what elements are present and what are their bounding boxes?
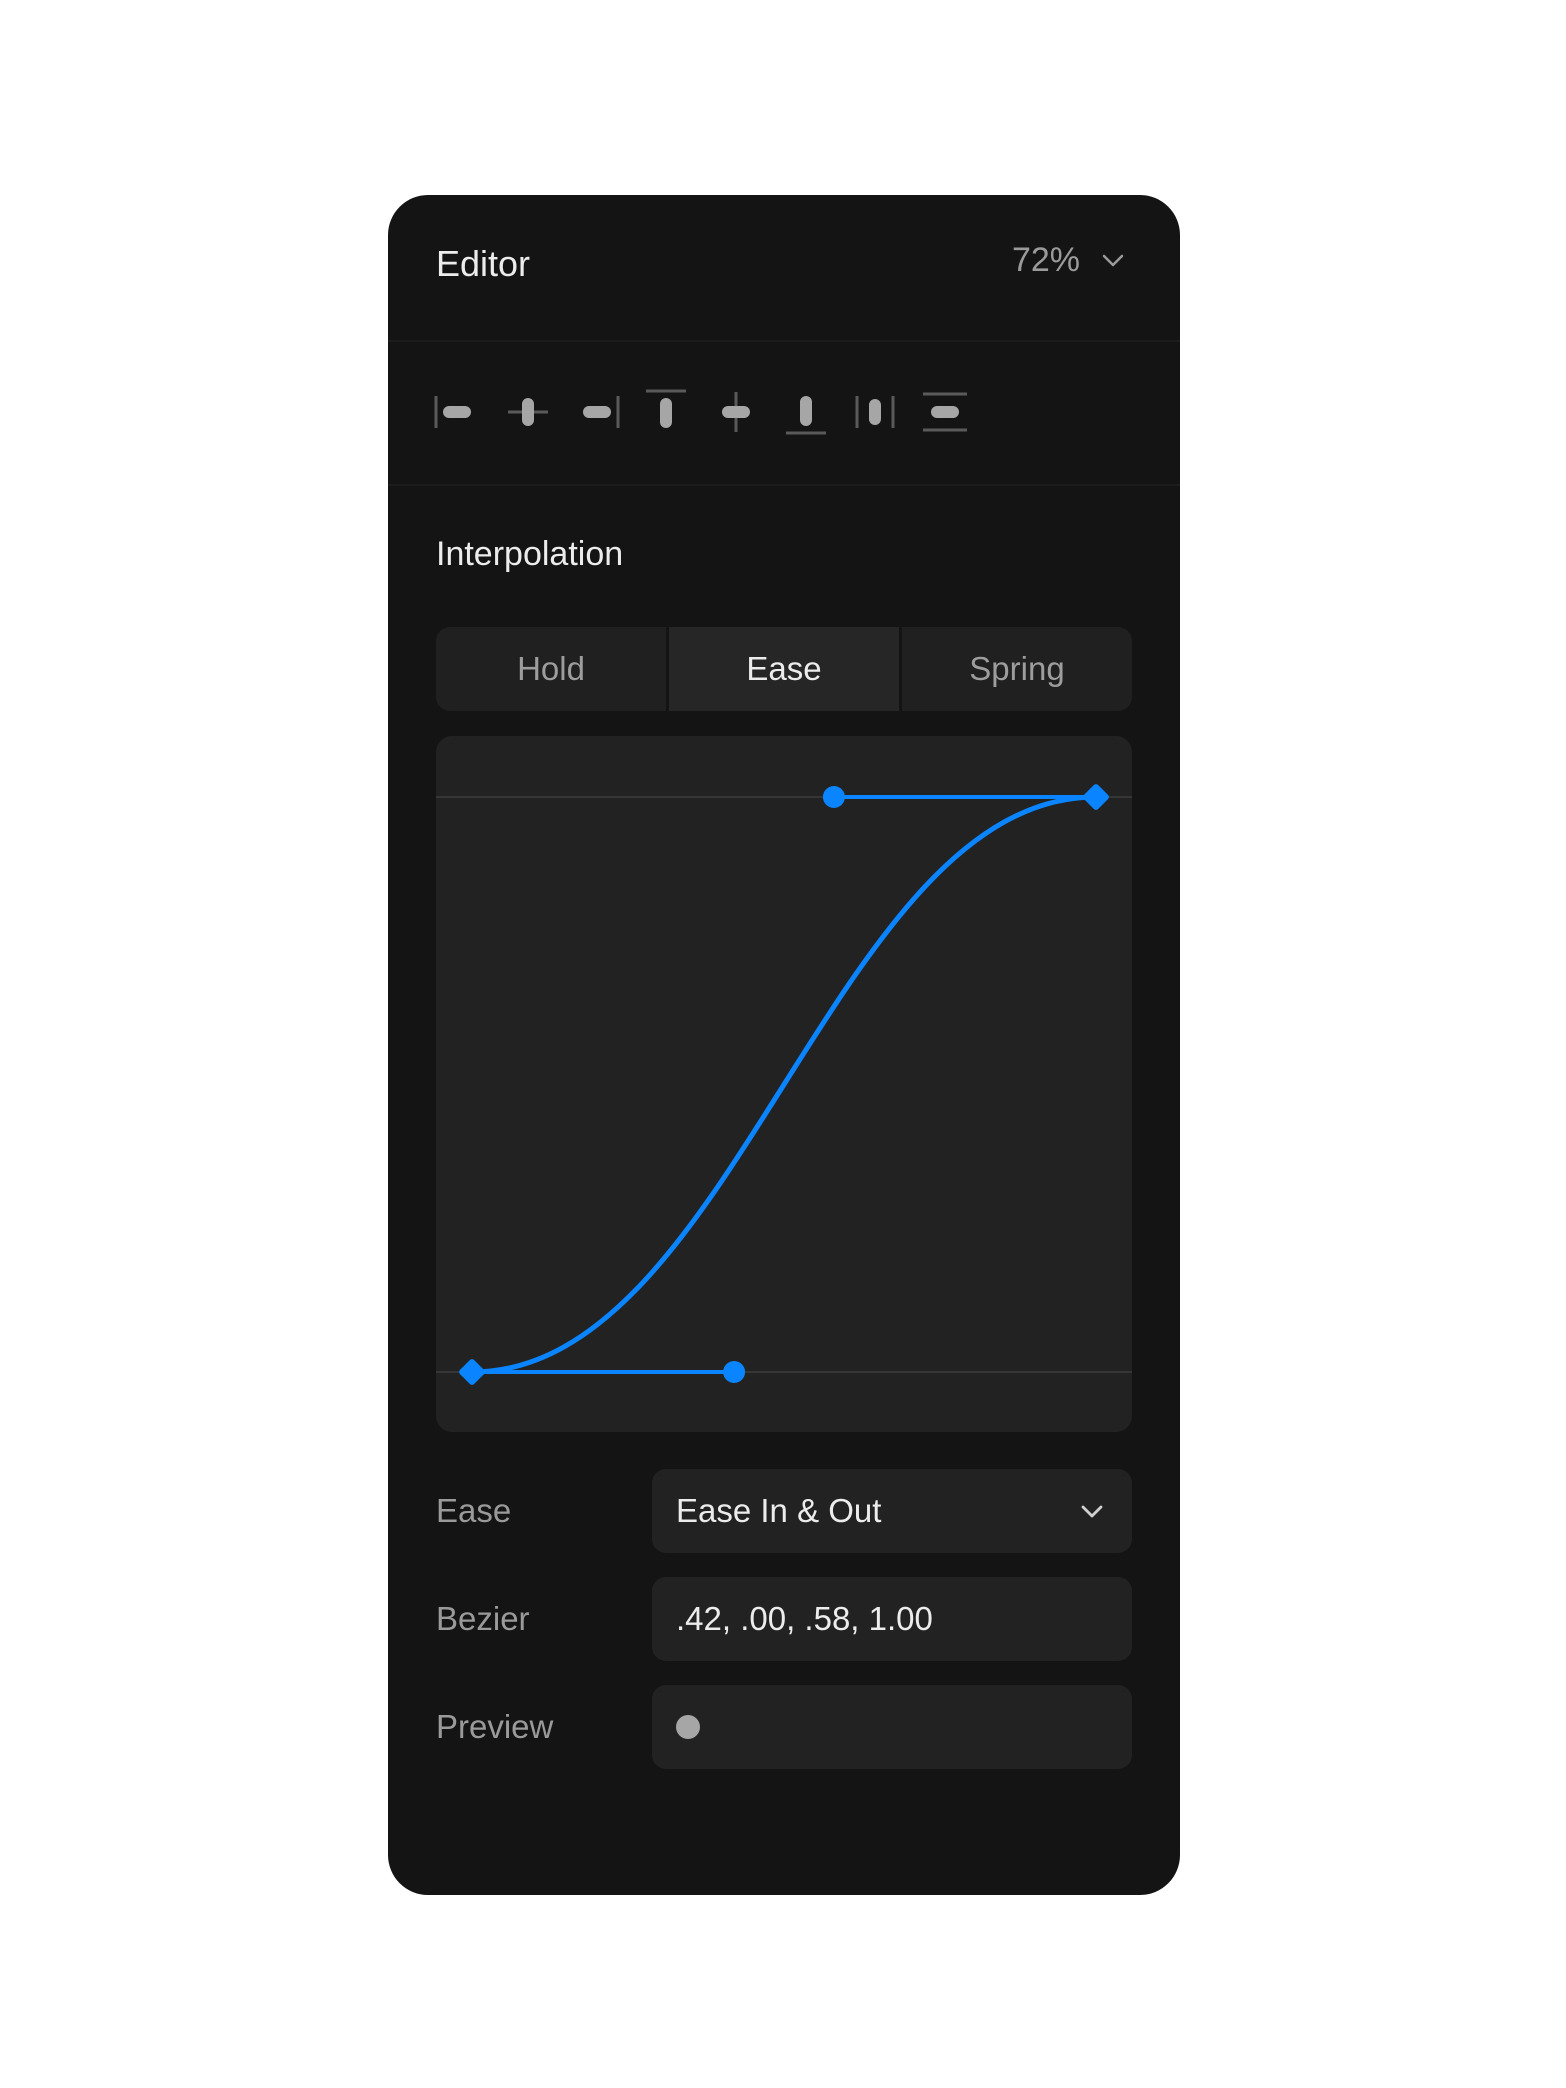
bezier-row: Bezier .42, .00, .58, 1.00 — [436, 1577, 1132, 1661]
tab-spring[interactable]: Spring — [899, 627, 1132, 711]
keyframe-start-handle[interactable] — [458, 1358, 486, 1386]
chevron-down-icon — [1102, 254, 1124, 266]
curve-editor — [436, 736, 1132, 1432]
preview-row: Preview — [436, 1685, 1132, 1769]
align-horizontal-center-icon[interactable] — [498, 382, 558, 442]
align-right-icon[interactable] — [566, 382, 626, 442]
keyframe-end-handle[interactable] — [1082, 783, 1110, 811]
preview-label: Preview — [436, 1708, 554, 1745]
align-bottom-icon[interactable] — [776, 382, 836, 442]
ease-select-value: Ease In & Out — [676, 1492, 882, 1529]
ease-label: Ease — [436, 1492, 512, 1529]
ease-select[interactable]: Ease In & Out — [652, 1469, 1132, 1553]
interpolation-title: Interpolation — [436, 535, 624, 573]
distribute-horizontal-icon[interactable] — [845, 382, 905, 442]
interpolation-tabs: Hold Ease Spring — [436, 627, 1132, 711]
control-point-1-handle[interactable] — [723, 1361, 746, 1383]
tab-ease[interactable]: Ease — [666, 627, 899, 711]
editor-header: Editor 72% — [388, 195, 1180, 342]
preview-dot — [676, 1715, 700, 1739]
align-left-icon[interactable] — [428, 382, 488, 442]
align-vertical-center-icon[interactable] — [706, 382, 766, 442]
alignment-toolbar — [388, 342, 1180, 486]
editor-title: Editor — [436, 243, 531, 284]
align-top-icon[interactable] — [636, 382, 696, 442]
bezier-curve — [469, 794, 1099, 1375]
zoom-value: 72% — [1011, 241, 1080, 279]
control-point-2-handle[interactable] — [822, 786, 845, 808]
bezier-input[interactable]: .42, .00, .58, 1.00 — [652, 1577, 1132, 1661]
preview-track — [652, 1685, 1132, 1769]
chevron-down-icon — [1081, 1505, 1103, 1518]
zoom-dropdown[interactable]: 72% — [1012, 241, 1124, 280]
distribute-vertical-icon[interactable] — [915, 382, 975, 442]
editor-panel: Editor 72% Interpolation Hold Ease Sprin… — [388, 195, 1180, 1895]
bezier-input-value: .42, .00, .58, 1.00 — [676, 1600, 933, 1637]
tab-hold[interactable]: Hold — [436, 627, 666, 711]
ease-row: Ease Ease In & Out — [436, 1469, 1132, 1553]
bezier-label: Bezier — [436, 1600, 530, 1637]
